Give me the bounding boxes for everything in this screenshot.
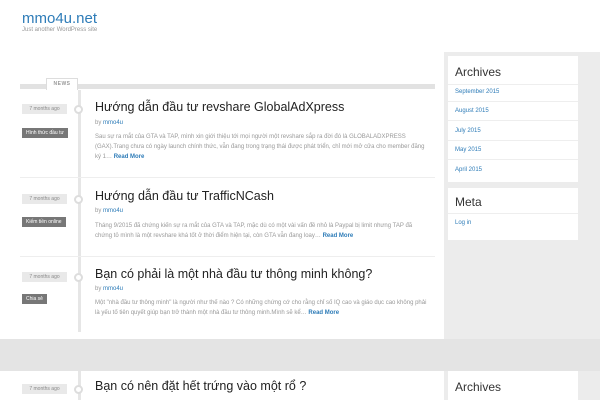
post-date: 7 months ago (22, 104, 67, 114)
read-more-link[interactable]: Read More (323, 233, 354, 239)
author-link[interactable]: mmo4u (103, 120, 123, 126)
widget-divider (448, 120, 578, 121)
timeline-line (78, 90, 81, 332)
post-title[interactable]: Bạn có phải là một nhà đầu tư thông minh… (95, 267, 372, 281)
post-title[interactable]: Hướng dẫn đầu tư revshare GlobalAdXpress (95, 100, 344, 114)
archive-link[interactable]: July 2015 (455, 128, 481, 134)
archive-link[interactable]: September 2015 (455, 89, 499, 95)
post-author: by mmo4u (95, 120, 123, 126)
post-excerpt: Sau sự ra mắt của GTA và TAP, mình xin g… (95, 132, 430, 162)
excerpt-text: Sau sự ra mắt của GTA và TAP, mình xin g… (95, 134, 425, 160)
category-badge[interactable]: Hình thức đầu tư (22, 128, 68, 138)
timeline-dot (74, 385, 83, 394)
site-header: mmo4u.net Just another WordPress site (0, 0, 600, 52)
archive-link[interactable]: August 2015 (455, 108, 489, 114)
timeline-dot (74, 195, 83, 204)
read-more-link[interactable]: Read More (308, 310, 339, 316)
timeline-dot (74, 273, 83, 282)
by-label: by (95, 286, 102, 292)
post-date: 7 months ago (22, 384, 67, 394)
post-excerpt: Tháng 9/2015 đã chứng kiến sự ra mắt của… (95, 221, 430, 241)
news-tab: NEWS (46, 78, 78, 90)
news-bar (20, 84, 435, 89)
post-title[interactable]: Bạn có nên đặt hết trứng vào một rổ ? (95, 379, 306, 393)
post-title[interactable]: Hướng dẫn đầu tư TrafficNCash (95, 189, 274, 203)
widget-divider (448, 213, 578, 214)
category-badge[interactable]: Kiếm tiền online (22, 217, 66, 227)
archives-widget: Archives (448, 371, 578, 400)
excerpt-text: Một "nhà đầu tư thông minh" là người như… (95, 300, 427, 316)
post-author: by mmo4u (95, 286, 123, 292)
archives-widget: Archives September 2015 August 2015 July… (448, 56, 578, 182)
widget-title: Archives (455, 65, 502, 79)
meta-widget: Meta Log in (448, 188, 578, 240)
archive-link[interactable]: May 2015 (455, 147, 481, 153)
by-label: by (95, 208, 102, 214)
archive-link[interactable]: April 2015 (455, 167, 482, 173)
by-label: by (95, 120, 102, 126)
site-title[interactable]: mmo4u.net (22, 10, 97, 27)
post-date: 7 months ago (22, 272, 67, 282)
category-badge[interactable]: Chia sẻ (22, 294, 47, 304)
post-author: by mmo4u (95, 208, 123, 214)
author-link[interactable]: mmo4u (103, 286, 123, 292)
post-separator (20, 177, 435, 178)
widget-divider (448, 159, 578, 160)
post-excerpt: Một "nhà đầu tư thông minh" là người như… (95, 298, 430, 318)
widget-divider (448, 140, 578, 141)
post-separator (20, 256, 435, 257)
section-divider-band (0, 339, 600, 371)
widget-title: Archives (455, 380, 502, 394)
timeline-dot (74, 105, 83, 114)
site-description: Just another WordPress site (22, 27, 98, 33)
author-link[interactable]: mmo4u (103, 208, 123, 214)
post-date: 7 months ago (22, 194, 67, 204)
widget-title: Meta (455, 195, 482, 209)
excerpt-text: Tháng 9/2015 đã chứng kiến sự ra mắt của… (95, 223, 413, 239)
widget-divider (448, 101, 578, 102)
login-link[interactable]: Log in (455, 220, 471, 226)
read-more-link[interactable]: Read More (114, 154, 145, 160)
widget-divider (448, 84, 578, 85)
